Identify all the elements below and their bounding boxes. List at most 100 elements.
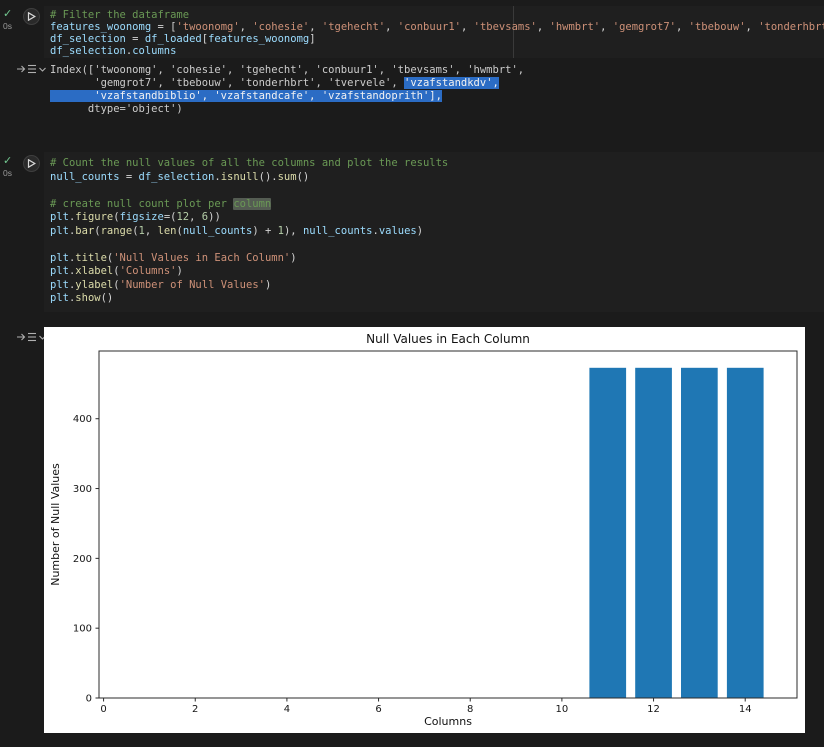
- code-token: df_selection: [139, 171, 215, 183]
- chevron-down-icon: [40, 68, 46, 71]
- x-tick-label: 6: [375, 704, 381, 715]
- output-options-icon[interactable]: [16, 329, 46, 348]
- code-token: ) +: [252, 225, 277, 237]
- code-token: ),: [284, 225, 303, 237]
- code-line: plt.xlabel('Columns'): [50, 265, 824, 279]
- execution-duration: 0s: [3, 21, 12, 31]
- execution-success-icon: ✓: [3, 7, 12, 20]
- code-token: range: [101, 225, 133, 237]
- code-token: # Filter the dataframe: [50, 9, 189, 21]
- code-token: columns: [132, 45, 176, 57]
- code-line: null_counts = df_selection.isnull().sum(…: [50, 171, 824, 185]
- code-token: ylabel: [75, 279, 113, 291]
- null-values-bar-chart: 024681012140100200300400Null Values in E…: [44, 327, 805, 733]
- code-token: 'twoonomg': [176, 21, 239, 33]
- chart-output: 024681012140100200300400Null Values in E…: [44, 327, 805, 733]
- y-tick-label: 0: [86, 694, 92, 705]
- code-token: ): [290, 252, 296, 264]
- code-token: (): [297, 171, 310, 183]
- code-token: 'Null Values in Each Column': [113, 252, 290, 264]
- y-axis-label: Number of Null Values: [49, 463, 62, 586]
- execution-success-icon: ✓: [3, 154, 12, 167]
- x-tick-label: 8: [467, 704, 473, 715]
- code-line: plt.bar(range(1, len(null_counts) + 1), …: [50, 225, 824, 239]
- code-line: [50, 238, 824, 252]
- code-token: 'Number of Null Values': [120, 279, 265, 291]
- code-token: ,: [240, 21, 253, 33]
- code-token: ,: [537, 21, 550, 33]
- y-tick-label: 200: [73, 554, 92, 565]
- highlighted-word: column: [233, 198, 271, 210]
- code-token: (): [101, 292, 114, 304]
- code-line: df_selection.columns: [50, 45, 824, 57]
- code-token: null_counts: [303, 225, 373, 237]
- code-token: ]: [309, 33, 315, 45]
- code-line: plt.figure(figsize=(12, 6)): [50, 211, 824, 225]
- code-token: Index(['twoonomg', 'cohesie', 'tgehecht'…: [50, 64, 524, 76]
- bar: [727, 368, 764, 698]
- execution-duration: 0s: [3, 168, 12, 178]
- code-token: 'Columns': [120, 265, 177, 277]
- code-token: title: [75, 252, 107, 264]
- code-token: plt: [50, 292, 69, 304]
- code-token: ,: [746, 21, 759, 33]
- code-line: plt.title('Null Values in Each Column'): [50, 252, 824, 266]
- code-token: ().: [259, 171, 278, 183]
- code-token: ,: [461, 21, 474, 33]
- code-token: ): [265, 279, 271, 291]
- code-token: show: [75, 292, 100, 304]
- bar: [681, 368, 718, 698]
- code-token: 'conbuur1': [398, 21, 461, 33]
- bar: [589, 368, 626, 698]
- code-line: features_woonomg = ['twoonomg', 'cohesie…: [50, 21, 824, 33]
- code-token: values: [379, 225, 417, 237]
- code-token: 'hwmbrt': [550, 21, 601, 33]
- code-token: 'cohesie': [252, 21, 309, 33]
- code-token: 'tgehecht': [322, 21, 385, 33]
- code-token: dtype='object'): [50, 103, 183, 115]
- code-token: xlabel: [75, 265, 113, 277]
- y-tick-label: 100: [73, 624, 92, 635]
- code-line: # create null count plot per column: [50, 198, 824, 212]
- code-token: plt: [50, 265, 69, 277]
- code-token: ,: [385, 21, 398, 33]
- y-tick-label: 300: [73, 484, 92, 495]
- output-line: 'gemgrot7', 'tbebouw', 'tonderhbrt', 'tv…: [50, 77, 650, 90]
- code-token: df_loaded: [145, 33, 202, 45]
- code-token: len: [158, 225, 177, 237]
- code-token: =(: [164, 211, 177, 223]
- cell-2-editor[interactable]: # Count the null values of all the colum…: [50, 157, 824, 309]
- output-options-icon[interactable]: [16, 61, 46, 80]
- x-tick-label: 0: [100, 704, 106, 715]
- code-token: ,: [600, 21, 613, 33]
- chart-title: Null Values in Each Column: [366, 332, 530, 346]
- code-token: ,: [309, 21, 322, 33]
- code-token: ,: [676, 21, 689, 33]
- code-token: plt: [50, 225, 69, 237]
- code-token: features_woonomg: [208, 33, 309, 45]
- code-token: ): [176, 265, 182, 277]
- code-token: isnull: [221, 171, 259, 183]
- code-token: bar: [75, 225, 94, 237]
- code-line: [50, 184, 824, 198]
- code-line: plt.ylabel('Number of Null Values'): [50, 279, 824, 293]
- code-token: ): [417, 225, 423, 237]
- code-token: df_selection: [50, 45, 126, 57]
- x-tick-label: 12: [647, 704, 660, 715]
- code-token: = [: [151, 21, 176, 33]
- code-token: plt: [50, 279, 69, 291]
- run-cell-button[interactable]: [23, 8, 40, 25]
- code-token: )): [208, 211, 221, 223]
- x-tick-label: 10: [556, 704, 569, 715]
- run-cell-button[interactable]: [23, 155, 40, 172]
- x-axis-label: Columns: [424, 715, 472, 728]
- code-line: # Count the null values of all the colum…: [50, 157, 824, 171]
- code-token: figure: [75, 211, 113, 223]
- cell-1-editor[interactable]: # Filter the dataframefeatures_woonomg =…: [50, 9, 824, 58]
- x-tick-label: 2: [192, 704, 198, 715]
- code-token: 'gemgrot7': [613, 21, 676, 33]
- code-token: 'gemgrot7', 'tbebouw', 'tonderhbrt', 'tv…: [50, 77, 404, 89]
- code-token: df_selection: [50, 33, 126, 45]
- code-line: # Filter the dataframe: [50, 9, 824, 21]
- code-token: features_woonomg: [50, 21, 151, 33]
